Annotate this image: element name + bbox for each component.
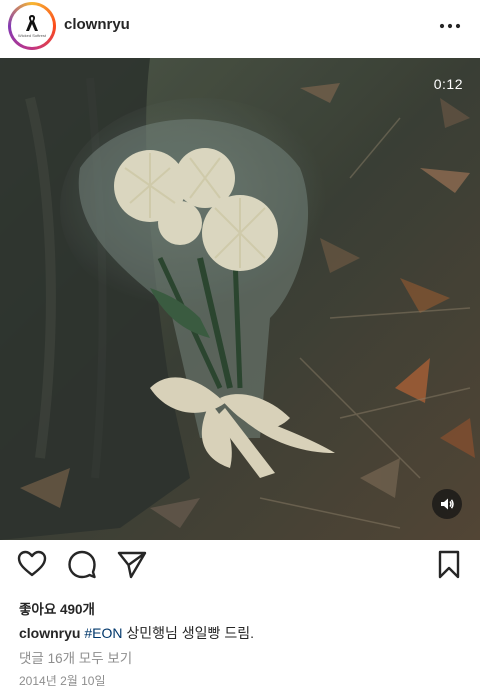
- likes-count[interactable]: 좋아요 490개: [19, 598, 95, 618]
- avatar-logo-text: Wicked Softrest: [17, 33, 46, 38]
- video-timer: 0:12: [433, 76, 463, 92]
- post-date: 2014년 2월 10일: [19, 674, 106, 688]
- heart-icon[interactable]: [16, 548, 48, 580]
- caption-username[interactable]: clownryu: [19, 625, 80, 641]
- bookmark-icon[interactable]: [433, 548, 465, 580]
- video-frame: [0, 58, 480, 540]
- post-header: Wicked Softrest clownryu: [0, 0, 480, 58]
- post-actions: [0, 548, 480, 588]
- ribbon-icon: [26, 15, 38, 31]
- post-caption: clownryu #EON 상민행님 생일빵 드림.: [19, 623, 254, 643]
- caption-text: 상민행님 생일빵 드림.: [126, 625, 254, 641]
- volume-button[interactable]: [432, 489, 462, 519]
- more-options-icon[interactable]: [438, 16, 462, 36]
- avatar-image: Wicked Softrest: [11, 5, 53, 47]
- paper-plane-icon[interactable]: [116, 548, 148, 580]
- avatar[interactable]: Wicked Softrest: [8, 2, 56, 50]
- view-all-comments-link[interactable]: 댓글 16개 모두 보기: [19, 647, 132, 667]
- post-username[interactable]: clownryu: [64, 16, 130, 33]
- speaker-icon: [441, 498, 454, 510]
- comment-icon[interactable]: [66, 548, 98, 580]
- caption-hashtag[interactable]: #EON: [84, 625, 122, 641]
- post-video[interactable]: 0:12: [0, 58, 480, 540]
